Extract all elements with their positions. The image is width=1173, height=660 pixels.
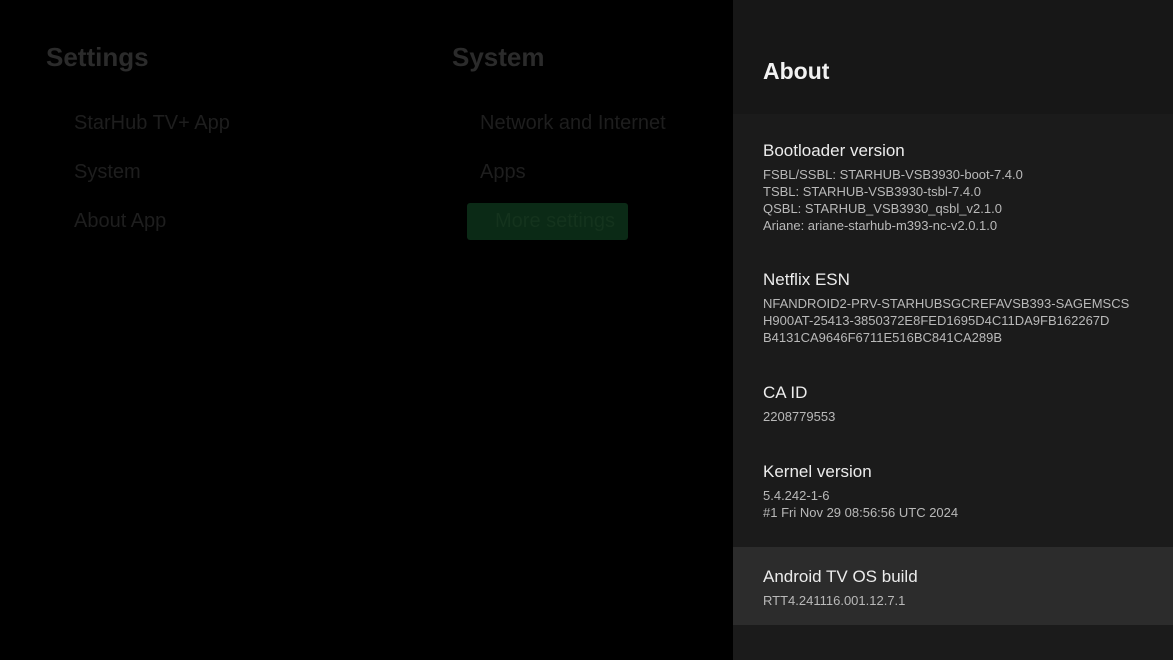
about-title: About: [763, 58, 830, 84]
about-panel: About Bootloader version FSBL/SSBL: STAR…: [733, 0, 1173, 660]
settings-menu: StarHub TV+ App System About App: [46, 108, 230, 255]
kernel-version-line: #1 Fri Nov 29 08:56:56 UTC 2024: [763, 505, 959, 520]
system-item-apps[interactable]: Apps: [452, 157, 666, 194]
tv-settings-screen: Settings StarHub TV+ App System About Ap…: [0, 0, 1173, 660]
system-title: System: [452, 42, 545, 72]
ca-id-value: 2208779553: [763, 409, 836, 424]
android-tv-os-build-value: RTT4.241116.001.12.7.1: [763, 593, 906, 608]
android-tv-os-build-item[interactable]: Android TV OS build RTT4.241116.001.12.7…: [733, 547, 1173, 625]
bootloader-version-label: Bootloader version: [763, 141, 905, 160]
bootloader-version-item[interactable]: Bootloader version FSBL/SSBL: STARHUB-VS…: [733, 141, 1173, 270]
ca-id-item[interactable]: CA ID 2208779553: [733, 383, 1173, 462]
system-item-network[interactable]: Network and Internet: [452, 108, 666, 145]
bootloader-version-line: FSBL/SSBL: STARHUB-VSB3930-boot-7.4.0: [763, 167, 1023, 182]
kernel-version-label: Kernel version: [763, 462, 872, 481]
netflix-esn-label: Netflix ESN: [763, 270, 850, 289]
kernel-version-item[interactable]: Kernel version 5.4.242-1-6 #1 Fri Nov 29…: [733, 462, 1173, 547]
system-item-more-settings[interactable]: More settings: [467, 203, 629, 240]
android-tv-os-build-label: Android TV OS build: [763, 567, 918, 586]
bootloader-version-line: TSBL: STARHUB-VSB3930-tsbl-7.4.0: [763, 184, 981, 199]
settings-item-system[interactable]: System: [46, 157, 230, 194]
bootloader-version-line: Ariane: ariane-starhub-m393-nc-v2.0.1.0: [763, 218, 998, 233]
system-menu: Network and Internet Apps More settings: [452, 108, 666, 252]
kernel-version-line: 5.4.242-1-6: [763, 488, 830, 503]
about-info-list: Bootloader version FSBL/SSBL: STARHUB-VS…: [733, 114, 1173, 625]
settings-title: Settings: [46, 42, 149, 72]
settings-item-about-app[interactable]: About App: [46, 206, 230, 243]
ca-id-label: CA ID: [763, 383, 808, 402]
netflix-esn-item[interactable]: Netflix ESN NFANDROID2-PRV-STARHUBSGCREF…: [733, 270, 1173, 383]
netflix-esn-line: H900AT-25413-3850372E8FED1695D4C11DA9FB1…: [763, 313, 1110, 328]
about-panel-header: About: [733, 0, 1173, 114]
netflix-esn-line: NFANDROID2-PRV-STARHUBSGCREFAVSB393-SAGE…: [763, 296, 1130, 311]
netflix-esn-line: B4131CA9646F6711E516BC841CA289B: [763, 330, 1002, 345]
bootloader-version-line: QSBL: STARHUB_VSB3930_qsbl_v2.1.0: [763, 201, 1002, 216]
settings-item-starhub-app[interactable]: StarHub TV+ App: [46, 108, 230, 145]
